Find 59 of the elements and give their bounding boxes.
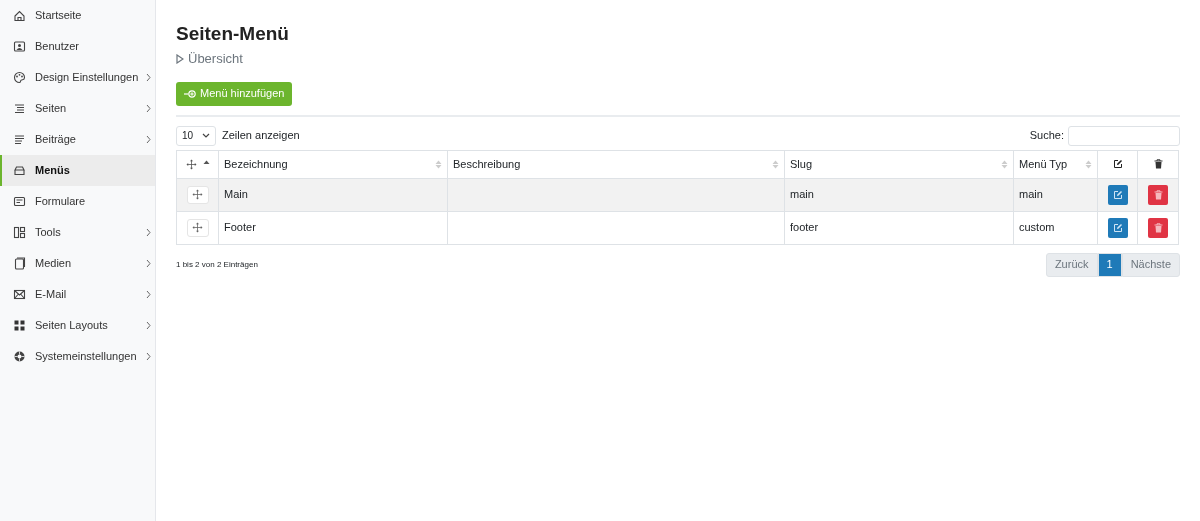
sidebar-item[interactable]: Tools [0, 217, 155, 248]
page-title: Seiten-Menü [176, 22, 289, 46]
home-icon [13, 9, 26, 22]
drag-handle[interactable] [186, 218, 209, 237]
envelope-icon [13, 288, 26, 301]
sidebar-item[interactable]: Medien [0, 248, 155, 279]
plus-circle-icon [184, 89, 196, 98]
column-header[interactable]: Beschreibung [453, 155, 521, 173]
sidebar-item[interactable]: E-Mail [0, 279, 155, 310]
search-label: Suche: [1029, 128, 1064, 144]
chevron-down-icon [202, 133, 210, 138]
sidebar-item[interactable]: Seiten Layouts [0, 310, 155, 341]
user-card-icon [13, 40, 26, 53]
delete-button[interactable] [1148, 217, 1168, 238]
sidebar-item[interactable]: Menüs [0, 155, 155, 186]
table-cell: Footer [224, 221, 256, 234]
lines-icon [13, 133, 26, 146]
trash-icon [1153, 159, 1163, 169]
sidebar-item[interactable]: Beiträge [0, 124, 155, 155]
sidebar-item[interactable]: Seiten [0, 93, 155, 124]
sidebar-item[interactable]: Benutzer [0, 31, 155, 62]
edit-icon [1112, 222, 1123, 233]
edit-icon [1112, 159, 1123, 169]
rows-label: Zeilen anzeigen [222, 128, 300, 144]
table-cell: footer [790, 221, 819, 234]
rows-select[interactable]: 10 [176, 125, 216, 146]
move-icon [192, 222, 203, 233]
aperture-icon [13, 350, 26, 363]
edit-icon [1112, 189, 1123, 200]
sidebar-item[interactable]: Systemeinstellungen [0, 341, 155, 372]
trash-icon [1153, 189, 1163, 200]
triangle-icon [176, 53, 184, 64]
table-cell: main [790, 188, 814, 201]
table-cell: custom [1019, 221, 1055, 234]
grid-icon [13, 319, 26, 332]
move-icon [185, 158, 197, 170]
tray-icon [13, 164, 26, 177]
breadcrumb: Übersicht [188, 50, 243, 68]
column-header[interactable]: Slug [790, 155, 813, 173]
move-icon [192, 189, 203, 200]
table-cell: Main [224, 188, 248, 201]
layout-icon [13, 226, 26, 239]
document-icon [13, 257, 26, 270]
palette-icon [13, 71, 26, 84]
edit-button[interactable] [1107, 217, 1128, 238]
search-field[interactable] [1068, 125, 1180, 146]
page-button[interactable]: 1 [1097, 252, 1122, 277]
sidebar-item[interactable]: Startseite [0, 0, 155, 31]
column-header[interactable]: Bezeichnung [224, 155, 288, 173]
sidebar-item[interactable]: Formulare [0, 186, 155, 217]
table-cell: main [1019, 188, 1043, 201]
drag-handle[interactable] [186, 185, 209, 204]
trash-icon [1153, 222, 1163, 233]
delete-button[interactable] [1148, 184, 1168, 205]
sidebar-item[interactable]: Design Einstellungen [0, 62, 155, 93]
entries-info: 1 bis 2 von 2 Einträgen [176, 258, 258, 271]
form-icon [13, 195, 26, 208]
edit-button[interactable] [1107, 184, 1128, 205]
list-icon [13, 102, 26, 115]
